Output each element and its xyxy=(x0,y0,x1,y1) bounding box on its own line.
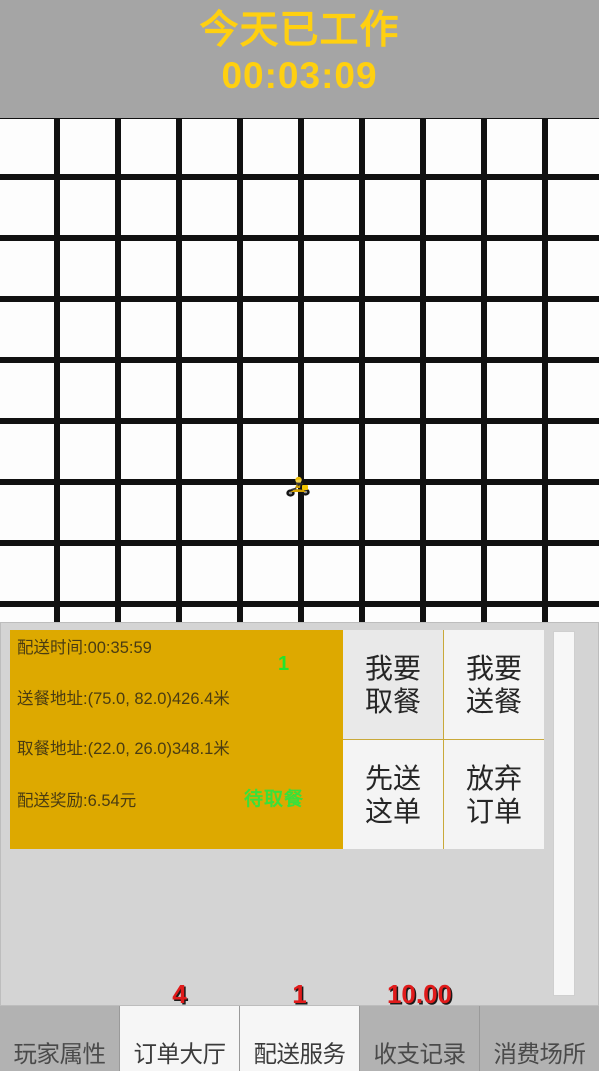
player-scooter-icon xyxy=(285,476,311,498)
order-list-scrollbar[interactable] xyxy=(553,631,575,996)
pickup-order-button-line1: 我要 xyxy=(364,652,421,684)
nav-tab-income-records[interactable]: 10.00 收支记录 xyxy=(360,979,480,1071)
header-bar: 今天已工作 00:03:09 xyxy=(0,0,599,118)
game-screen: 今天已工作 00:03:09 配送时间:00:35:59 送餐地址:(75.0,… xyxy=(0,0,599,1071)
deliver-order-button[interactable]: 我要 送餐 xyxy=(444,630,544,739)
order-status-badge: 待取餐 xyxy=(244,789,305,810)
nav-tab-delivery-service-badge: 1 xyxy=(292,979,307,1009)
order-action-buttons: 我要 取餐 我要 送餐 先送 这单 放弃 订单 xyxy=(343,630,544,849)
nav-tab-delivery-service-label: 配送服务 xyxy=(253,1041,347,1067)
prioritize-order-button[interactable]: 先送 这单 xyxy=(343,740,443,849)
map-grid xyxy=(0,118,599,622)
deliver-order-button-line1: 我要 xyxy=(465,652,522,684)
prioritize-order-button-line1: 先送 xyxy=(364,762,421,794)
deliver-order-button-line2: 送餐 xyxy=(465,685,522,717)
order-pickup-address: 取餐地址:(22.0, 26.0)348.1米 xyxy=(17,740,230,758)
pickup-order-button-line2: 取餐 xyxy=(364,685,421,717)
order-panel: 配送时间:00:35:59 送餐地址:(75.0, 82.0)426.4米 取餐… xyxy=(0,622,599,1006)
order-count-badge: 1 xyxy=(278,653,290,675)
prioritize-order-button-line2: 这单 xyxy=(364,795,421,827)
order-delivery-time: 配送时间:00:35:59 xyxy=(17,639,152,657)
nav-tab-income-records-label: 收支记录 xyxy=(373,1041,467,1067)
map-view[interactable] xyxy=(0,118,599,622)
abandon-order-button-line1: 放弃 xyxy=(465,762,522,794)
abandon-order-button-line2: 订单 xyxy=(465,795,522,827)
nav-tab-order-hall[interactable]: 4 订单大厅 xyxy=(120,979,240,1071)
order-card[interactable]: 配送时间:00:35:59 送餐地址:(75.0, 82.0)426.4米 取餐… xyxy=(10,630,343,849)
pickup-order-button[interactable]: 我要 取餐 xyxy=(343,630,443,739)
order-list-item: 配送时间:00:35:59 送餐地址:(75.0, 82.0)426.4米 取餐… xyxy=(10,630,544,849)
nav-tab-order-hall-badge: 4 xyxy=(172,979,187,1009)
nav-tab-player-attributes-label: 玩家属性 xyxy=(13,1041,107,1067)
order-panel-inner: 配送时间:00:35:59 送餐地址:(75.0, 82.0)426.4米 取餐… xyxy=(10,630,578,1000)
work-timer: 00:03:09 xyxy=(221,55,378,96)
order-reward: 配送奖励:6.54元 xyxy=(17,792,137,810)
nav-tab-delivery-service[interactable]: 1 配送服务 xyxy=(240,979,360,1071)
order-drop-address: 送餐地址:(75.0, 82.0)426.4米 xyxy=(17,690,230,708)
nav-tab-player-attributes[interactable]: 玩家属性 xyxy=(0,1006,120,1071)
page-title: 今天已工作 xyxy=(199,9,400,52)
bottom-nav: 玩家属性 4 订单大厅 1 配送服务 10.00 收支记录 消费场所 xyxy=(0,979,599,1071)
nav-tab-order-hall-label: 订单大厅 xyxy=(133,1041,227,1067)
nav-tab-shops-label: 消费场所 xyxy=(493,1041,587,1067)
nav-tab-shops[interactable]: 消费场所 xyxy=(480,1006,599,1071)
abandon-order-button[interactable]: 放弃 订单 xyxy=(444,740,544,849)
nav-tab-income-records-badge: 10.00 xyxy=(386,979,453,1009)
